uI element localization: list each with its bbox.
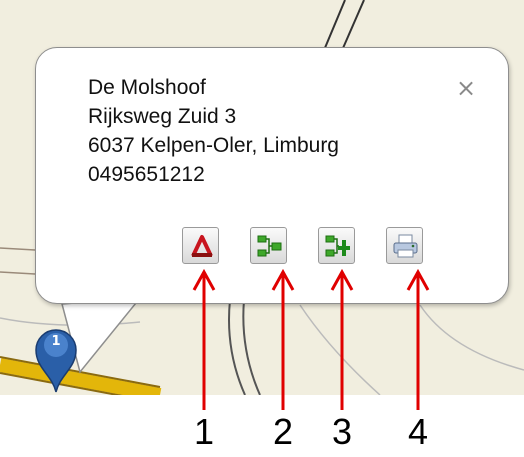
phone-number: 0495651212	[88, 163, 205, 186]
add-waypoint-icon	[325, 235, 350, 257]
annotation-label-4: 4	[407, 411, 429, 452]
printer-icon	[393, 234, 418, 258]
route-from-button[interactable]	[250, 227, 287, 264]
close-icon[interactable]: ×	[456, 76, 476, 100]
route-from-icon	[257, 235, 282, 257]
annotation-label-1: 1	[193, 411, 215, 452]
route-to-icon	[191, 235, 213, 257]
print-button[interactable]	[386, 227, 423, 264]
map-marker-number: 1	[51, 334, 61, 349]
add-waypoint-button[interactable]	[318, 227, 355, 264]
street-address: Rijksweg Zuid 3	[88, 105, 237, 128]
route-to-button[interactable]	[182, 227, 219, 264]
place-name: De Molshoof	[88, 76, 206, 99]
address-block: De Molshoof Rijksweg Zuid 3 6037 Kelpen-…	[88, 73, 339, 189]
annotation-label-3: 3	[331, 411, 353, 452]
annotation-label-2: 2	[272, 411, 294, 452]
city-address: 6037 Kelpen-Oler, Limburg	[88, 134, 339, 157]
